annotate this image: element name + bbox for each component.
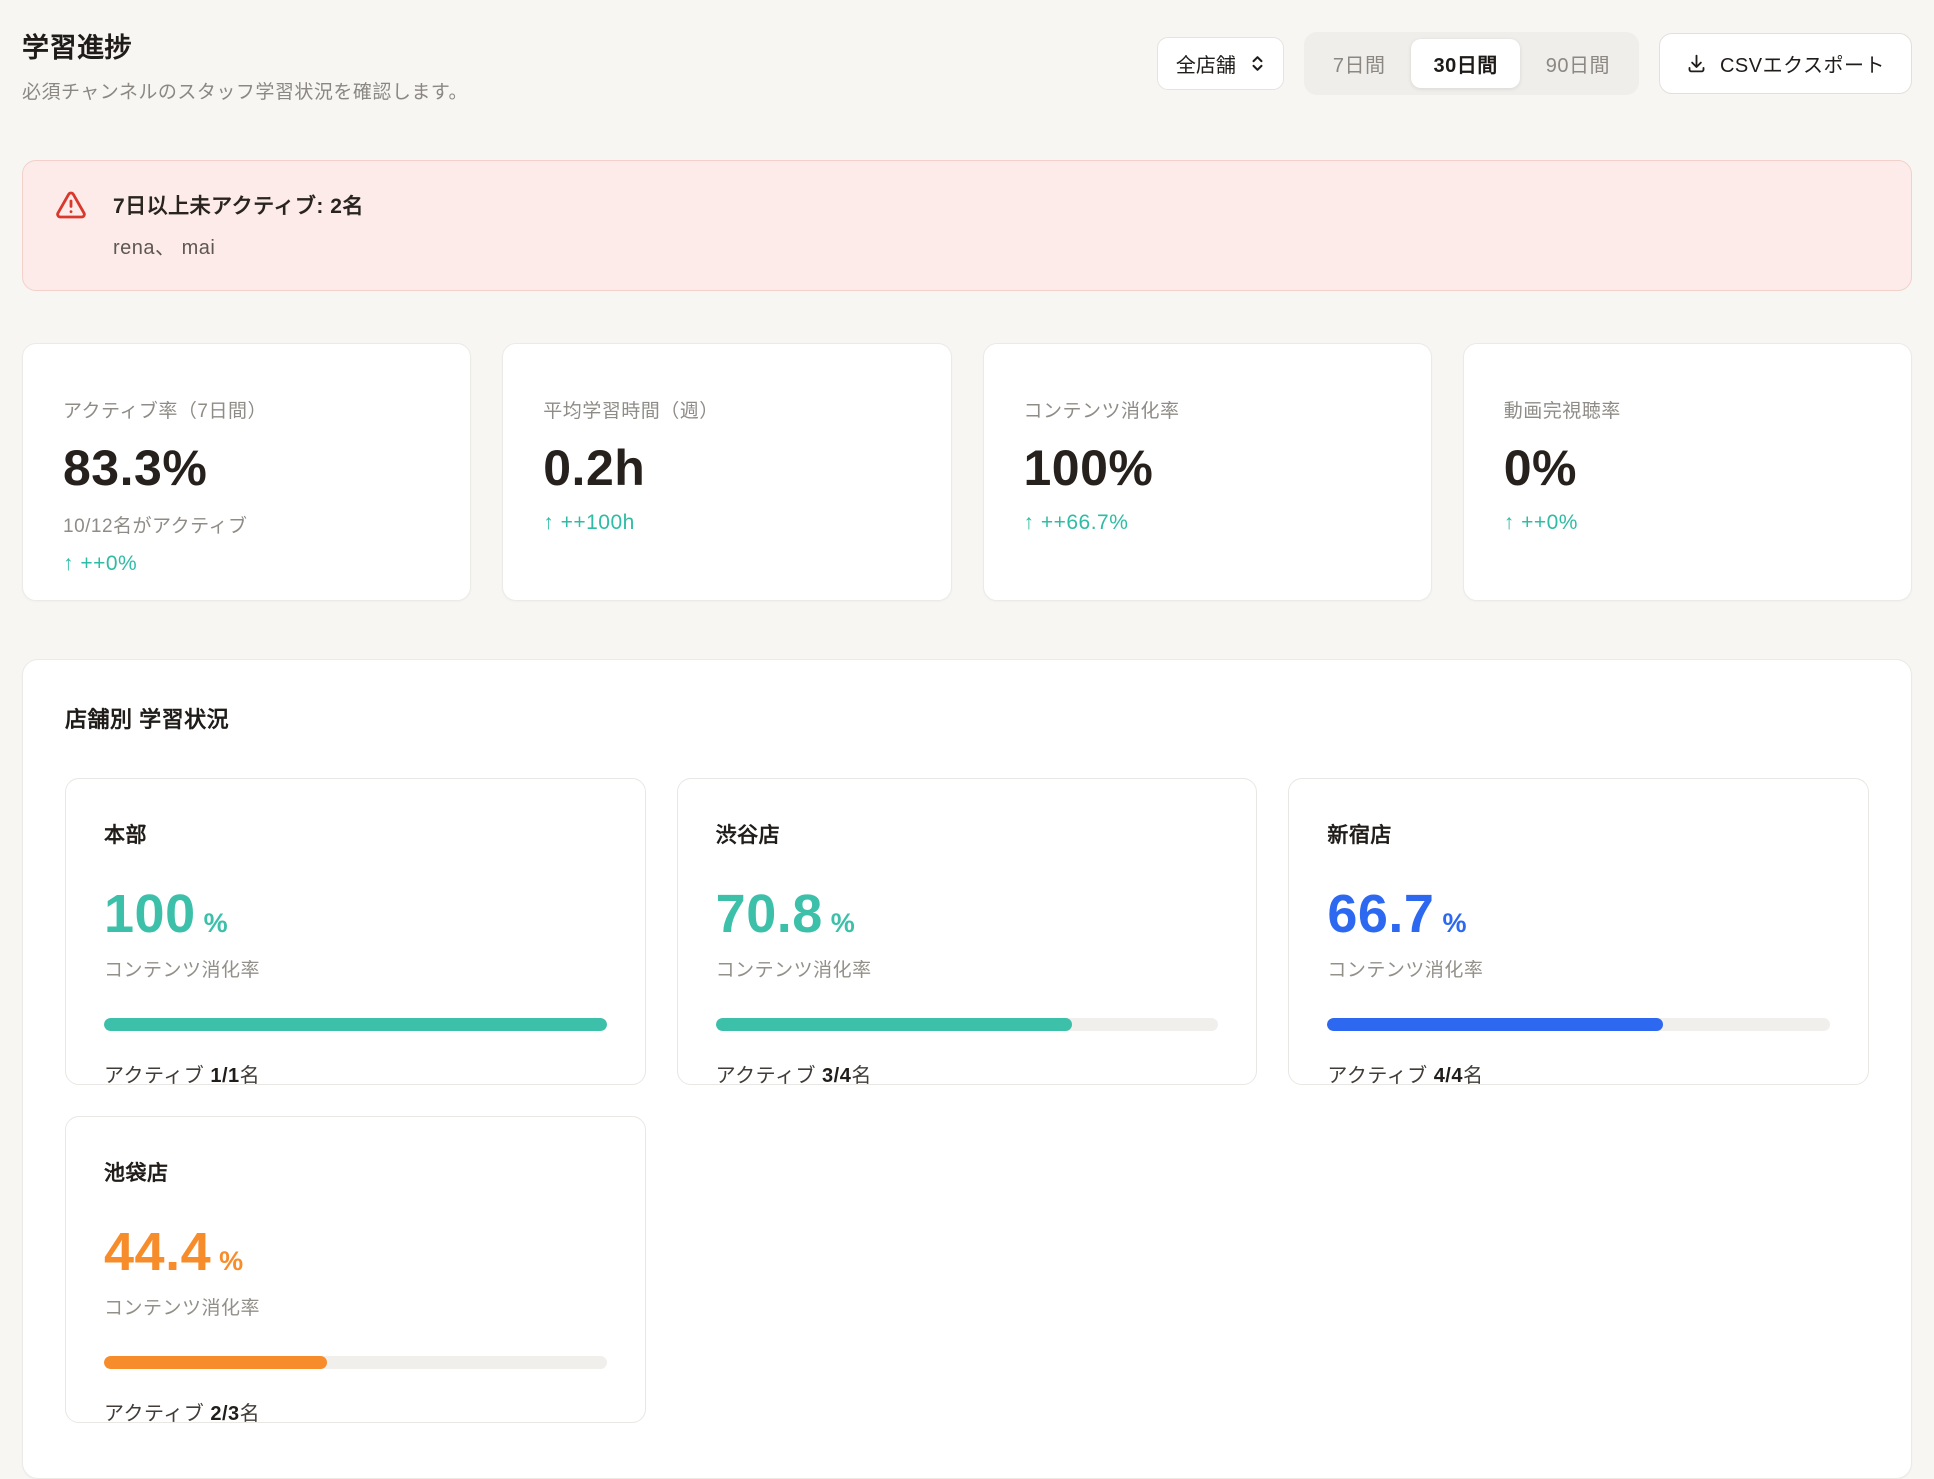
store-card: 渋谷店 70.8 % コンテンツ消化率 アクティブ 3/4名	[677, 778, 1258, 1085]
period-segmented-control: 7日間 30日間 90日間	[1304, 32, 1639, 95]
store-value-row: 66.7 %	[1327, 883, 1830, 945]
store-active-suffix: 名	[1463, 1065, 1484, 1087]
store-value-row: 100 %	[104, 883, 607, 945]
stat-label: 平均学習時間（週）	[543, 396, 910, 423]
store-select[interactable]: 全店舗	[1157, 37, 1284, 90]
store-active-suffix: 名	[851, 1065, 872, 1087]
period-tab[interactable]: 90日間	[1524, 39, 1632, 88]
period-tab[interactable]: 30日間	[1411, 39, 1519, 88]
period-tab-label: 7日間	[1333, 55, 1386, 77]
store-metric-label: コンテンツ消化率	[1327, 955, 1830, 982]
progress-bar-fill	[104, 1356, 327, 1369]
progress-bar-track	[1327, 1018, 1830, 1031]
progress-bar-track	[104, 1018, 607, 1031]
download-icon	[1686, 53, 1707, 74]
store-active-suffix: 名	[240, 1403, 261, 1425]
store-active-label: アクティブ	[104, 1403, 210, 1425]
chevron-up-down-icon	[1248, 54, 1267, 73]
stat-value: 0%	[1504, 439, 1871, 497]
header-controls: 全店舗 7日間 30日間 90日間 CSVエクスポート	[1157, 32, 1912, 95]
warning-triangle-icon	[55, 189, 87, 221]
stat-label: 動画完視聴率	[1504, 396, 1871, 423]
stat-subtext: 10/12名がアクティブ	[63, 511, 430, 538]
stat-value: 100%	[1024, 439, 1391, 497]
stat-label: コンテンツ消化率	[1024, 396, 1391, 423]
stores-section-title: 店舗別 学習状況	[65, 702, 1869, 734]
store-active-ratio: 3/4	[822, 1065, 851, 1087]
store-active-label: アクティブ	[104, 1065, 210, 1087]
progress-bar-track	[716, 1018, 1219, 1031]
stat-label: アクティブ率（7日間）	[63, 396, 430, 423]
progress-bar-fill	[1327, 1018, 1662, 1031]
stat-cards-row: アクティブ率（7日間） 83.3% 10/12名がアクティブ ↑ ++0% 平均…	[22, 343, 1912, 601]
stores-section: 店舗別 学習状況 本部 100 % コンテンツ消化率 アクティブ 1/1名 渋谷…	[22, 659, 1912, 1479]
page-header: 学習進捗 必須チャンネルのスタッフ学習状況を確認します。 全店舗 7日間 30日…	[22, 26, 1912, 104]
stat-value: 0.2h	[543, 439, 910, 497]
store-select-value: 全店舗	[1176, 49, 1236, 78]
stat-delta: ↑ ++0%	[1504, 511, 1871, 535]
store-name: 本部	[104, 819, 607, 849]
progress-bar-track	[104, 1356, 607, 1369]
store-metric-label: コンテンツ消化率	[716, 955, 1219, 982]
store-value-row: 70.8 %	[716, 883, 1219, 945]
store-active-ratio: 1/1	[210, 1065, 239, 1087]
store-name: 新宿店	[1327, 819, 1830, 849]
store-name: 渋谷店	[716, 819, 1219, 849]
store-active-line: アクティブ 2/3名	[104, 1397, 607, 1426]
store-active-label: アクティブ	[716, 1065, 822, 1087]
page-subtitle: 必須チャンネルのスタッフ学習状況を確認します。	[22, 77, 468, 104]
store-card: 池袋店 44.4 % コンテンツ消化率 アクティブ 2/3名	[65, 1116, 646, 1423]
progress-bar-fill	[104, 1018, 607, 1031]
alert-inactive-names: rena、 mai	[113, 231, 1879, 260]
store-active-line: アクティブ 4/4名	[1327, 1059, 1830, 1088]
progress-bar-fill	[716, 1018, 1072, 1031]
alert-title: 7日以上未アクティブ: 2名	[113, 190, 364, 220]
stat-delta: ↑ ++100h	[543, 511, 910, 535]
store-consumption-value: 100	[104, 883, 196, 945]
store-consumption-value: 44.4	[104, 1221, 211, 1283]
csv-export-label: CSVエクスポート	[1720, 49, 1885, 78]
store-active-line: アクティブ 1/1名	[104, 1059, 607, 1088]
store-active-line: アクティブ 3/4名	[716, 1059, 1219, 1088]
store-consumption-value: 66.7	[1327, 883, 1434, 945]
store-consumption-value: 70.8	[716, 883, 823, 945]
store-card: 新宿店 66.7 % コンテンツ消化率 アクティブ 4/4名	[1288, 778, 1869, 1085]
stat-delta: ↑ ++0%	[63, 552, 430, 576]
store-consumption-unit: %	[1442, 908, 1466, 939]
stat-card: コンテンツ消化率 100% ↑ ++66.7%	[983, 343, 1432, 601]
store-metric-label: コンテンツ消化率	[104, 955, 607, 982]
store-card: 本部 100 % コンテンツ消化率 アクティブ 1/1名	[65, 778, 646, 1085]
store-active-ratio: 2/3	[210, 1403, 239, 1425]
page-title: 学習進捗	[22, 26, 468, 65]
stat-card: アクティブ率（7日間） 83.3% 10/12名がアクティブ ↑ ++0%	[22, 343, 471, 601]
store-value-row: 44.4 %	[104, 1221, 607, 1283]
header-text-block: 学習進捗 必須チャンネルのスタッフ学習状況を確認します。	[22, 26, 468, 104]
stat-card: 平均学習時間（週） 0.2h ↑ ++100h	[502, 343, 951, 601]
stat-value: 83.3%	[63, 439, 430, 497]
learning-progress-page: 学習進捗 必須チャンネルのスタッフ学習状況を確認します。 全店舗 7日間 30日…	[0, 0, 1934, 1472]
store-consumption-unit: %	[219, 1246, 243, 1277]
store-consumption-unit: %	[831, 908, 855, 939]
period-tab[interactable]: 7日間	[1311, 39, 1408, 88]
store-consumption-unit: %	[204, 908, 228, 939]
stat-card: 動画完視聴率 0% ↑ ++0%	[1463, 343, 1912, 601]
csv-export-button[interactable]: CSVエクスポート	[1659, 33, 1912, 94]
store-active-label: アクティブ	[1327, 1065, 1433, 1087]
period-tab-label: 90日間	[1546, 55, 1610, 77]
store-active-ratio: 4/4	[1434, 1065, 1463, 1087]
alert-head: 7日以上未アクティブ: 2名	[55, 189, 1879, 221]
store-metric-label: コンテンツ消化率	[104, 1293, 607, 1320]
store-name: 池袋店	[104, 1157, 607, 1187]
inactive-alert-banner: 7日以上未アクティブ: 2名 rena、 mai	[22, 160, 1912, 291]
stores-grid: 本部 100 % コンテンツ消化率 アクティブ 1/1名 渋谷店 70.8 % …	[65, 778, 1869, 1423]
store-active-suffix: 名	[240, 1065, 261, 1087]
stat-delta: ↑ ++66.7%	[1024, 511, 1391, 535]
period-tab-label: 30日間	[1433, 55, 1497, 77]
